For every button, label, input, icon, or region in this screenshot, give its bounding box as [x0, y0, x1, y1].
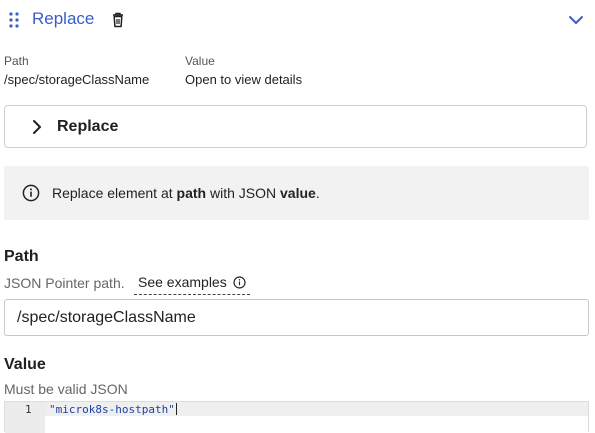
drag-handle-icon[interactable]: [8, 11, 20, 29]
path-hint: JSON Pointer path.: [4, 275, 125, 291]
text-cursor: [175, 403, 177, 415]
info-text-middle: with JSON: [206, 185, 280, 201]
value-hint: Must be valid JSON: [4, 381, 128, 397]
path-section-title: Path: [4, 248, 39, 265]
editor-code-text: "microk8s-hostpath": [49, 403, 175, 416]
operation-header: Replace: [0, 0, 595, 40]
operation-title: Replace: [32, 9, 95, 28]
replace-accordion[interactable]: Replace: [4, 105, 587, 148]
info-text-path: path: [176, 185, 207, 201]
chevron-right-icon: [33, 120, 41, 134]
info-alert: Replace element at path with JSON value.: [4, 166, 589, 220]
trash-icon[interactable]: [110, 11, 126, 29]
value-section-title: Value: [4, 356, 46, 373]
info-text: Replace element at path with JSON value.: [52, 185, 320, 201]
info-text-end: .: [315, 185, 320, 201]
summary-path-value: /spec/storageClassName: [4, 72, 150, 87]
editor-line-number: 1: [25, 403, 32, 416]
json-value-editor[interactable]: 1 "microk8s-hostpath": [4, 401, 589, 433]
summary-path-label: Path: [4, 54, 29, 68]
summary-value-text: Open to view details: [185, 72, 303, 87]
info-icon: [233, 276, 246, 289]
see-examples-label: See examples: [138, 274, 227, 290]
path-input[interactable]: [4, 299, 589, 336]
info-text-value: value: [280, 185, 316, 201]
accordion-title: Replace: [57, 118, 119, 135]
info-icon: [22, 184, 40, 202]
summary-value-label: Value: [185, 54, 215, 68]
info-text-start: Replace element at: [52, 185, 177, 201]
editor-code-line[interactable]: "microk8s-hostpath": [49, 403, 177, 416]
see-examples-link[interactable]: See examples: [134, 274, 250, 295]
chevron-down-icon[interactable]: [566, 11, 586, 29]
